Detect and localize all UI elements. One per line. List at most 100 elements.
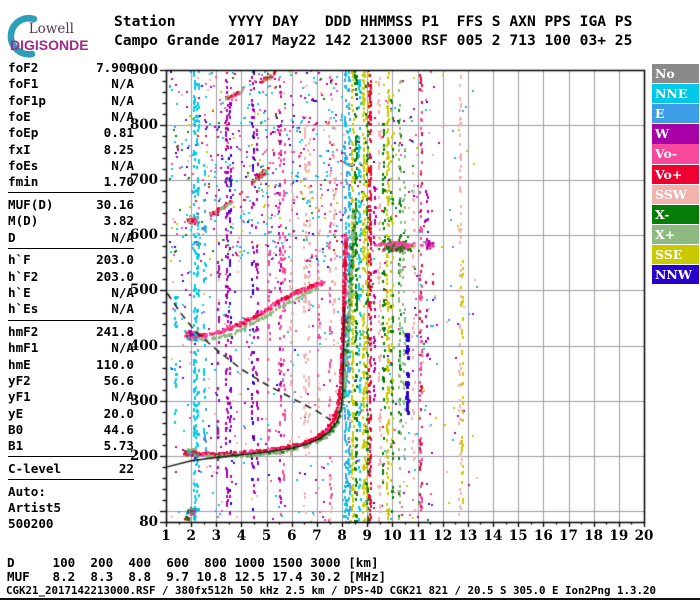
- param-label: Auto:: [8, 483, 46, 499]
- param-label: foF1: [8, 76, 39, 92]
- param-label: M(D): [8, 213, 39, 229]
- x-tick-label: 7: [312, 528, 322, 544]
- param-row: h`E N/A: [8, 285, 134, 300]
- param-label: fxI: [8, 141, 31, 157]
- param-label: foEs: [8, 157, 39, 173]
- param-row: foE N/A: [8, 109, 134, 124]
- param-label: hmF2: [8, 324, 39, 339]
- param-row: fxI 8.25: [8, 142, 134, 157]
- x-tick-label: 11: [408, 528, 427, 544]
- param-value: N/A: [111, 157, 134, 173]
- x-tick-label: 15: [508, 528, 528, 544]
- x-tick-label: 14: [483, 528, 503, 544]
- legend-item-w: W: [652, 124, 699, 144]
- param-value: 8.25: [103, 141, 134, 157]
- param-label: hmF1: [8, 340, 39, 356]
- param-row: C-level 22: [8, 461, 134, 476]
- x-tick-label: 6: [287, 528, 297, 544]
- x-tick-label: 16: [533, 528, 553, 544]
- param-label: foE: [8, 108, 31, 124]
- param-label: h`Es: [8, 301, 39, 317]
- x-tick-label: 1: [161, 528, 171, 544]
- ionogram-screen: Lowell DIGISONDE Station YYYY DAY DDD HH…: [0, 0, 700, 600]
- y-tick-label: 700: [129, 172, 158, 189]
- param-label: fmin: [8, 174, 39, 190]
- param-value: 203.0: [96, 268, 134, 284]
- muf-row: MUF 8.2 8.3 8.8 9.7 10.8 12.5 17.4 30.2 …: [7, 569, 387, 584]
- param-row: fmin 1.70: [8, 174, 134, 189]
- logo-lowell-text: Lowell: [29, 21, 74, 37]
- x-tick-label: 19: [609, 528, 629, 544]
- legend-item-vo+: Vo+: [652, 164, 699, 184]
- param-divider: [8, 247, 134, 249]
- x-tick-label: 20: [634, 528, 654, 544]
- param-label: foEp: [8, 125, 39, 141]
- param-divider: [8, 319, 134, 321]
- param-label: 500200: [8, 516, 54, 532]
- param-value: 44.6: [103, 421, 134, 437]
- x-tick-label: 9: [362, 528, 372, 544]
- param-row: M(D) 3.82: [8, 213, 134, 228]
- logo-digisonde-text: DIGISONDE: [10, 37, 89, 53]
- param-row: yE 20.0: [8, 406, 134, 421]
- legend-item-sse: SSE: [652, 244, 699, 265]
- param-row: MUF(D) 30.16: [8, 197, 134, 212]
- param-row: B0 44.6: [8, 422, 134, 437]
- x-tick-label: 4: [236, 528, 247, 544]
- x-tick-label: 18: [584, 528, 604, 544]
- param-row: foEs N/A: [8, 158, 134, 173]
- legend-item-nnw: NNW: [652, 265, 699, 285]
- param-row: h`Es N/A: [8, 301, 134, 316]
- param-label: foF1p: [8, 92, 46, 108]
- param-value: 3.82: [103, 213, 134, 229]
- distance-row: D 100 200 400 600 800 1000 1500 3000 [km…: [7, 555, 379, 570]
- param-divider: [8, 479, 134, 481]
- param-row: foF1 N/A: [8, 76, 134, 91]
- legend-item-x-: X-: [652, 204, 699, 224]
- param-value: N/A: [111, 92, 134, 108]
- param-label: yF2: [8, 372, 31, 388]
- footer-fileinfo: CGK21_2017142213000.RSF / 380fx512h 50 k…: [6, 584, 657, 597]
- param-divider: [8, 456, 134, 458]
- param-label: B1: [8, 438, 24, 454]
- y-tick-label: 400: [129, 337, 158, 354]
- param-label: B0: [8, 421, 24, 437]
- param-label: hmE: [8, 356, 31, 372]
- param-label: h`E: [8, 284, 31, 300]
- legend-item-no-val: No Val: [652, 64, 699, 100]
- param-label: h`F2: [8, 268, 39, 284]
- x-tick-label: 10: [383, 528, 402, 544]
- legend-item-vo-: Vo-: [652, 144, 699, 164]
- param-row: hmF1 N/A: [8, 340, 134, 355]
- param-divider: [8, 192, 134, 194]
- param-label: h`F: [8, 252, 31, 268]
- param-row: hmE 110.0: [8, 357, 134, 372]
- param-row: h`F2 203.0: [8, 269, 134, 284]
- x-tick-label: 17: [559, 528, 578, 544]
- param-row: 500200: [8, 516, 134, 531]
- param-row: foF1p N/A: [8, 93, 134, 108]
- param-row: hmF2 241.8: [8, 324, 134, 339]
- x-tick-label: 8: [337, 528, 347, 544]
- legend-item-e: E: [652, 104, 699, 124]
- param-row: foF2 7.900: [8, 60, 134, 75]
- param-value: 110.0: [96, 356, 134, 372]
- y-tick-label: 500: [129, 282, 158, 299]
- param-label: MUF(D): [8, 196, 54, 212]
- y-tick-label: 900: [129, 62, 158, 78]
- legend-item-nne: NNE: [652, 84, 699, 104]
- param-value: 56.6: [103, 372, 134, 388]
- param-row: h`F 203.0: [8, 252, 134, 267]
- param-label: C-level: [8, 460, 62, 476]
- param-row: yF2 56.6: [8, 373, 134, 388]
- param-label: D: [8, 229, 16, 245]
- param-label: foF2: [8, 60, 39, 75]
- x-tick-label: 12: [433, 528, 453, 544]
- param-label: Artist5: [8, 500, 62, 515]
- y-tick-label: 300: [129, 392, 158, 409]
- param-row: yF1 N/A: [8, 389, 134, 404]
- digisonde-logo: Lowell DIGISONDE: [7, 15, 89, 58]
- param-row: foEp 0.81: [8, 125, 134, 140]
- x-tick-label: 5: [261, 528, 272, 544]
- legend-item-ssw: SSW: [652, 184, 699, 204]
